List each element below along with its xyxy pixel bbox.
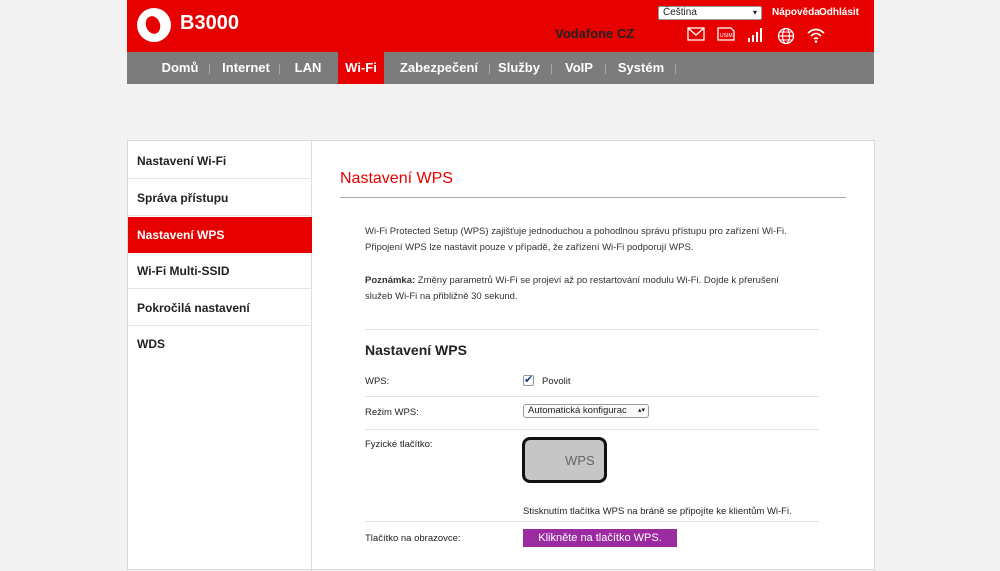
wifi-icon: [806, 27, 826, 45]
content-panel: Nastavení Wi-Fi Správa přístupu Nastaven…: [127, 140, 875, 571]
note-body: Změny parametrů Wi-Fi se projeví až po r…: [365, 275, 779, 302]
note-label: Poznámka:: [365, 275, 416, 286]
main-nav: Domů Internet LAN Wi-Fi Zabezpečení Služ…: [127, 52, 874, 84]
title-divider: [340, 197, 846, 198]
help-link[interactable]: Nápověda: [772, 7, 820, 18]
svg-text:USIM: USIM: [720, 33, 733, 39]
physical-button-label: Fyzické tlačítko:: [365, 439, 433, 450]
signal-icon: [746, 27, 766, 45]
nav-item-system[interactable]: Systém: [611, 52, 671, 84]
sidebar-item-multi-ssid[interactable]: Wi-Fi Multi-SSID: [128, 253, 312, 289]
physical-wps-text: WPS: [565, 453, 595, 468]
screen-button-label: Tlačítko na obrazovce:: [365, 533, 461, 544]
nav-item-voip[interactable]: VoIP: [557, 52, 601, 84]
logout-link[interactable]: Odhlásit: [819, 7, 859, 18]
nav-item-wifi[interactable]: Wi-Fi: [338, 52, 384, 84]
note-text: Poznámka: Změny parametrů Wi-Fi se proje…: [365, 273, 805, 305]
physical-wps-button-image: WPS: [522, 437, 607, 483]
nav-divider: [209, 64, 210, 74]
device-model: B3000: [180, 12, 239, 34]
wps-push-button[interactable]: Klikněte na tlačítko WPS.: [523, 529, 677, 547]
wps-mode-label: Režim WPS:: [365, 407, 419, 418]
nav-item-services[interactable]: Služby: [493, 52, 545, 84]
section-title: Nastavení WPS: [365, 342, 467, 358]
usim-icon: USIM: [716, 27, 736, 45]
nav-item-lan[interactable]: LAN: [285, 52, 331, 84]
wps-enable-checkbox[interactable]: [523, 373, 534, 386]
sidebar-item-advanced[interactable]: Pokročilá nastavení: [128, 290, 312, 326]
language-select[interactable]: Čeština ▾: [658, 6, 762, 20]
nav-item-security[interactable]: Zabezpečení: [393, 52, 485, 84]
sidebar-item-wifi-settings[interactable]: Nastavení Wi-Fi: [128, 143, 312, 179]
vodafone-logo: [137, 8, 171, 42]
wps-enable-label[interactable]: Povolit: [542, 376, 571, 387]
chevron-down-icon: ▾: [752, 8, 757, 17]
language-value: Čeština: [663, 7, 697, 18]
top-header: B3000 Vodafone CZ Čeština ▾ Nápověda Odh…: [127, 0, 874, 52]
sidebar-item-access-control[interactable]: Správa přístupu: [128, 180, 312, 216]
nav-item-home[interactable]: Domů: [155, 52, 205, 84]
mail-icon[interactable]: [686, 27, 706, 45]
sidebar: Nastavení Wi-Fi Správa přístupu Nastaven…: [128, 141, 312, 571]
wps-hint-text: Stisknutím tlačítka WPS na bráně se přip…: [523, 506, 792, 517]
page-title: Nastavení WPS: [340, 170, 453, 187]
nav-divider: [551, 64, 552, 74]
row-divider: [365, 521, 819, 522]
nav-divider: [675, 64, 676, 74]
chevron-updown-icon: ▴▾: [637, 407, 645, 414]
operator-name: Vodafone CZ: [555, 26, 635, 41]
row-divider: [365, 429, 819, 430]
nav-divider: [605, 64, 606, 74]
nav-divider: [279, 64, 280, 74]
intro-text: Wi-Fi Protected Setup (WPS) zajišťuje je…: [365, 226, 787, 253]
wps-mode-select[interactable]: Automatická konfigurac ▴▾: [523, 404, 649, 418]
nav-item-internet[interactable]: Internet: [215, 52, 277, 84]
wps-mode-value: Automatická konfigurac: [528, 405, 627, 416]
globe-icon: [776, 27, 796, 45]
wps-label: WPS:: [365, 376, 390, 387]
nav-divider: [489, 64, 490, 74]
section-divider: [365, 329, 819, 330]
sidebar-item-wds[interactable]: WDS: [128, 326, 312, 362]
sidebar-item-wps-settings[interactable]: Nastavení WPS: [128, 217, 312, 253]
row-divider: [365, 396, 819, 397]
